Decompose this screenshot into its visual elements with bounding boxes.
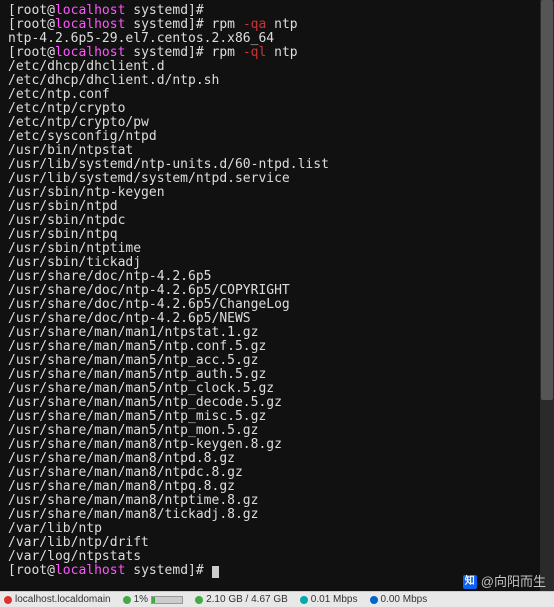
- file-path: /usr/share/man/man5/ntp_auth.5.gz: [8, 368, 546, 382]
- file-path: /usr/share/doc/ntp-4.2.6p5/COPYRIGHT: [8, 284, 546, 298]
- file-path: /usr/share/man/man5/ntp_mon.5.gz: [8, 424, 546, 438]
- file-path: /usr/share/man/man1/ntpstat.1.gz: [8, 326, 546, 340]
- file-path: /var/lib/ntp: [8, 522, 546, 536]
- file-path: /usr/share/man/man8/ntptime.8.gz: [8, 494, 546, 508]
- file-path: /etc/dhcp/dhclient.d: [8, 60, 546, 74]
- file-path: /usr/sbin/ntpq: [8, 228, 546, 242]
- status-net1: 0.01 Mbps: [300, 593, 358, 607]
- cursor-icon: [212, 566, 219, 578]
- file-path: /var/log/ntpstats: [8, 550, 546, 564]
- file-path: /usr/bin/ntpstat: [8, 144, 546, 158]
- file-path: /usr/share/man/man8/ntpd.8.gz: [8, 452, 546, 466]
- file-path: /usr/sbin/ntpd: [8, 200, 546, 214]
- file-path: /usr/share/man/man8/ntp-keygen.8.gz: [8, 438, 546, 452]
- file-path: /usr/share/man/man5/ntp_clock.5.gz: [8, 382, 546, 396]
- file-path: /usr/lib/systemd/ntp-units.d/60-ntpd.lis…: [8, 158, 546, 172]
- watermark-text: @向阳而生: [481, 575, 546, 589]
- cpu-bar-icon: [151, 596, 183, 604]
- file-path: /etc/sysconfig/ntpd: [8, 130, 546, 144]
- file-path: /var/lib/ntp/drift: [8, 536, 546, 550]
- prompt-line-rpm-qa: [root@localhost systemd]# rpm -qa ntp: [8, 18, 546, 32]
- file-path: /usr/share/man/man8/tickadj.8.gz: [8, 508, 546, 522]
- dot-icon: [123, 596, 131, 604]
- prompt-line-rpm-ql: [root@localhost systemd]# rpm -ql ntp: [8, 46, 546, 60]
- file-path: /etc/dhcp/dhclient.d/ntp.sh: [8, 74, 546, 88]
- file-path: /etc/ntp.conf: [8, 88, 546, 102]
- terminal-output[interactable]: [root@localhost systemd]# [root@localhos…: [0, 0, 554, 591]
- file-path: /usr/share/man/man8/ntpq.8.gz: [8, 480, 546, 494]
- file-path: /usr/sbin/ntpdc: [8, 214, 546, 228]
- status-host: localhost.localdomain: [4, 593, 111, 607]
- file-path: /usr/share/doc/ntp-4.2.6p5: [8, 270, 546, 284]
- file-path: /usr/share/man/man5/ntp_misc.5.gz: [8, 410, 546, 424]
- status-cpu: 1%: [123, 593, 183, 607]
- file-path: /usr/sbin/ntptime: [8, 242, 546, 256]
- prompt-line-empty: [root@localhost systemd]#: [8, 4, 546, 18]
- scroll-thumb[interactable]: [541, 0, 553, 400]
- file-path: /usr/share/doc/ntp-4.2.6p5/ChangeLog: [8, 298, 546, 312]
- file-path: /usr/share/man/man5/ntp.conf.5.gz: [8, 340, 546, 354]
- file-path: /usr/sbin/tickadj: [8, 256, 546, 270]
- file-path: /usr/share/doc/ntp-4.2.6p5/NEWS: [8, 312, 546, 326]
- file-path: /etc/ntp/crypto: [8, 102, 546, 116]
- dot-icon: [370, 596, 378, 604]
- file-path: /usr/lib/systemd/system/ntpd.service: [8, 172, 546, 186]
- status-mem: 2.10 GB / 4.67 GB: [195, 593, 288, 607]
- dot-icon: [195, 596, 203, 604]
- file-path: /usr/share/man/man8/ntpdc.8.gz: [8, 466, 546, 480]
- file-path: /usr/sbin/ntp-keygen: [8, 186, 546, 200]
- zhihu-logo-icon: 知: [463, 575, 477, 589]
- watermark: 知 @向阳而生: [463, 575, 546, 589]
- dot-icon: [300, 596, 308, 604]
- file-path: /usr/share/man/man5/ntp_decode.5.gz: [8, 396, 546, 410]
- output-qa: ntp-4.2.6p5-29.el7.centos.2.x86_64: [8, 32, 546, 46]
- status-net2: 0.00 Mbps: [370, 593, 428, 607]
- terminal-scrollbar[interactable]: [540, 0, 554, 591]
- file-path: /etc/ntp/crypto/pw: [8, 116, 546, 130]
- file-path: /usr/share/man/man5/ntp_acc.5.gz: [8, 354, 546, 368]
- dot-icon: [4, 596, 12, 604]
- status-bar: localhost.localdomain 1% 2.10 GB / 4.67 …: [0, 591, 554, 607]
